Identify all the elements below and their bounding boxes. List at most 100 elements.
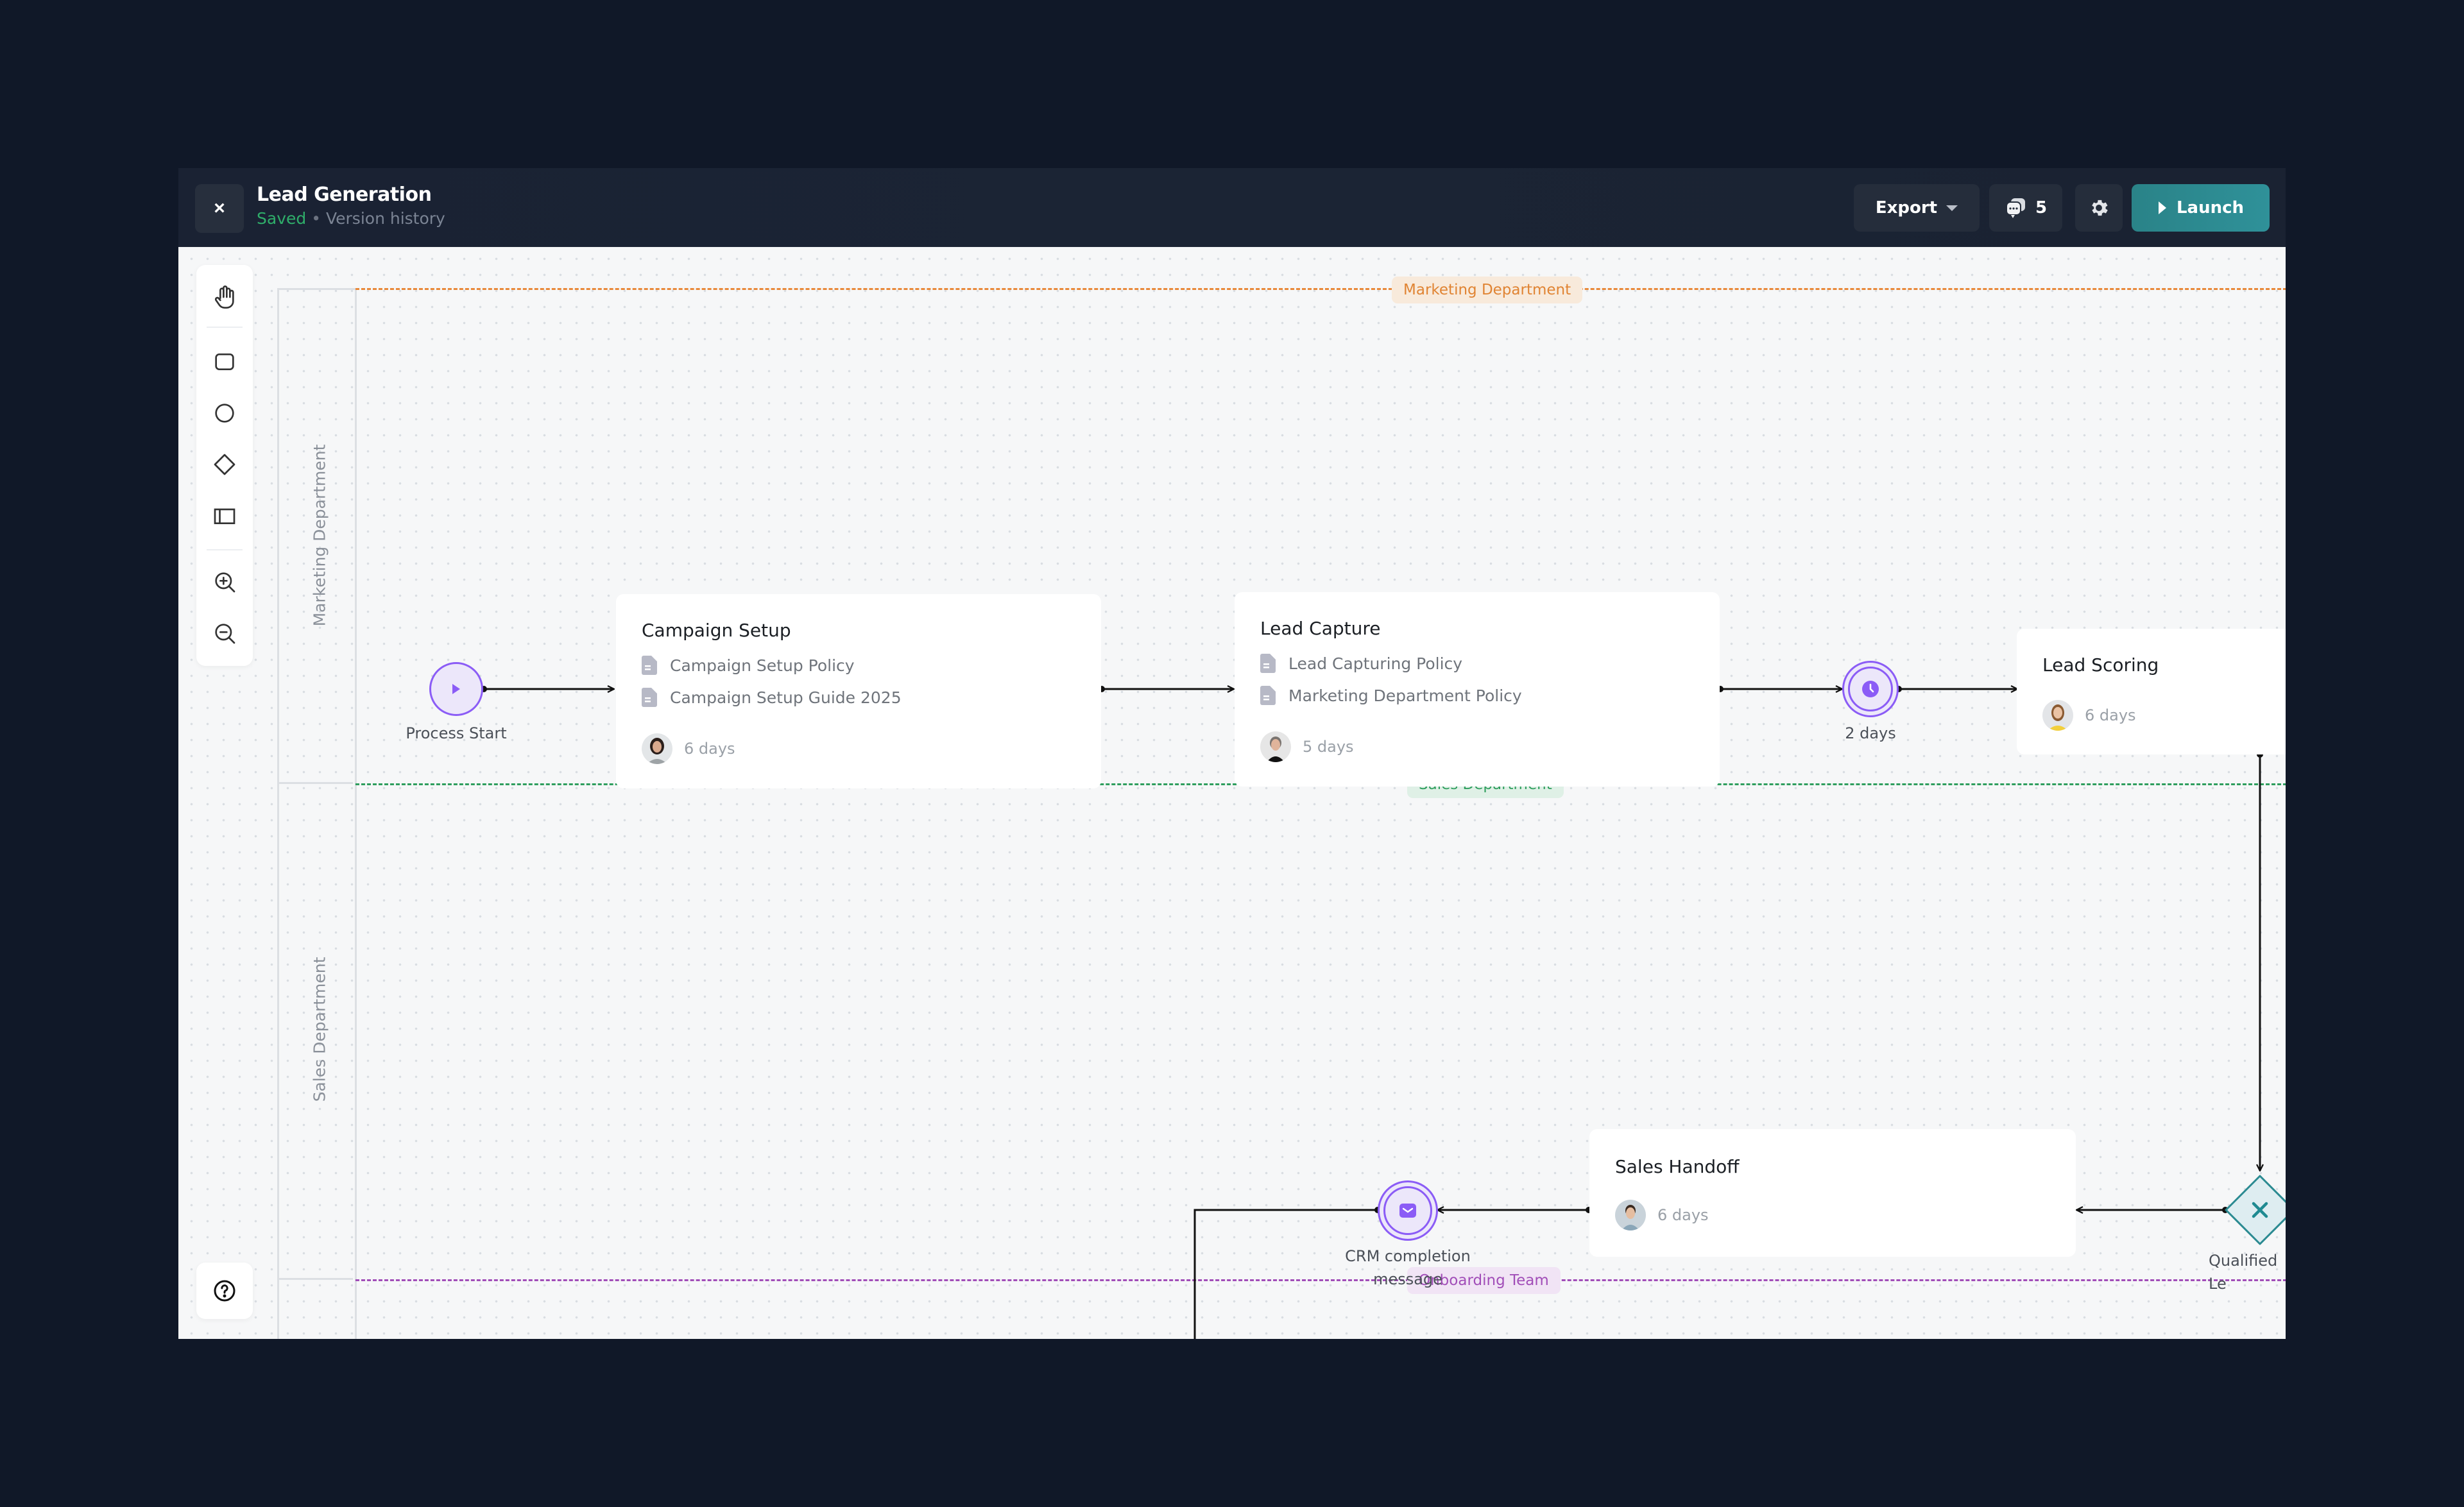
task-title: Campaign Setup [642, 620, 791, 641]
task-card-sales-handoff[interactable]: Sales Handoff 6 days [1589, 1129, 2076, 1257]
hand-tool-button[interactable] [207, 279, 243, 315]
edge-timer-to-scoring[interactable] [1895, 686, 2017, 692]
zoom-out-icon [215, 624, 235, 644]
duration: 6 days [1657, 1206, 1709, 1224]
rectangle-tool-button[interactable] [207, 344, 243, 380]
assignee: 6 days [642, 733, 735, 764]
avatar[interactable] [1615, 1200, 1646, 1230]
edge-handoff-to-crm[interactable] [1437, 1207, 1592, 1213]
task-card-campaign-setup[interactable]: Campaign Setup Campaign Setup Policy Cam… [616, 594, 1101, 788]
lane-tool-button[interactable] [207, 498, 243, 534]
avatar[interactable] [1260, 731, 1291, 762]
document-link[interactable]: Campaign Setup Guide 2025 [642, 688, 902, 707]
document-link[interactable]: Lead Capturing Policy [1260, 654, 1462, 673]
status-separator: • [311, 209, 321, 228]
avatar[interactable] [2042, 700, 2073, 731]
duration: 6 days [684, 740, 735, 758]
circle-icon [215, 404, 234, 423]
timer-event[interactable] [1842, 661, 1899, 717]
document-name: Marketing Department Policy [1288, 686, 1522, 705]
help-icon [214, 1280, 235, 1302]
lane-separator [277, 782, 353, 784]
play-icon [2158, 201, 2166, 214]
lane-tag-marketing[interactable]: Marketing Department [1392, 277, 1583, 303]
help-button[interactable] [196, 1263, 253, 1319]
document-name: Campaign Setup Guide 2025 [670, 688, 902, 707]
process-start-label: Process Start [406, 724, 507, 742]
play-icon [452, 684, 460, 694]
qualified-lead-label: Qualified Le [2209, 1252, 2278, 1293]
document-link[interactable]: Marketing Department Policy [1260, 686, 1522, 705]
export-label: Export [1875, 198, 1938, 217]
clock-icon [1862, 681, 1879, 697]
document-link[interactable]: Campaign Setup Policy [642, 656, 855, 675]
close-icon: × [214, 198, 225, 219]
tool-palette [196, 265, 253, 666]
caret-down-icon [1946, 205, 1958, 211]
edge-capture-to-timer[interactable] [1717, 686, 1842, 692]
task-title: Lead Capture [1260, 618, 1381, 639]
export-button[interactable]: Export [1854, 184, 1980, 232]
swimlane-icon [214, 508, 235, 524]
exclusive-gateway-x-icon [2252, 1202, 2268, 1218]
edge-scoring-to-qualified[interactable] [2257, 751, 2263, 1171]
envelope-icon [1399, 1204, 1416, 1218]
task-card-lead-capture[interactable]: Lead Capture Lead Capturing Policy Marke… [1235, 592, 1720, 787]
crm-message-event[interactable] [1378, 1180, 1438, 1241]
qualified-lead-gateway[interactable] [2225, 1175, 2286, 1245]
version-history-link[interactable]: Version history [326, 209, 445, 228]
circle-tool-button[interactable] [207, 395, 243, 431]
lane-title-marketing[interactable]: Marketing Department [311, 420, 329, 651]
zoom-in-button[interactable] [207, 564, 243, 600]
save-status: Saved • Version history [257, 209, 445, 228]
comments-count: 5 [2035, 198, 2048, 217]
rectangle-icon [215, 353, 234, 370]
task-title: Sales Handoff [1615, 1156, 1740, 1177]
edge-campaign-to-capture[interactable] [1099, 686, 1234, 692]
hand-icon [214, 285, 234, 309]
toolbar-divider [207, 327, 243, 328]
timer-label: 2 days [1845, 724, 1896, 742]
document-icon [1260, 654, 1276, 673]
lane-separator [277, 1278, 353, 1280]
edge-start-to-campaign[interactable] [481, 686, 614, 692]
document-name: Lead Capturing Policy [1288, 654, 1463, 673]
task-title: Lead Scoring [2042, 654, 2159, 676]
lane-boundary-onboarding [355, 1279, 2286, 1281]
document-icon [1260, 686, 1276, 705]
task-card-lead-scoring[interactable]: Lead Scoring 6 days [2017, 629, 2286, 754]
duration: 5 days [1303, 738, 1354, 756]
close-button[interactable]: × [195, 184, 244, 233]
zoom-out-button[interactable] [207, 615, 243, 651]
toolbar-divider [207, 549, 243, 550]
assignee: 6 days [2042, 700, 2136, 731]
process-title: Lead Generation [257, 183, 432, 206]
edge-qualified-to-handoff[interactable] [2076, 1207, 2229, 1213]
comments-icon [2005, 198, 2025, 218]
document-name: Campaign Setup Policy [670, 656, 855, 675]
header-bar: × Lead Generation Saved • Version history … [178, 168, 2286, 247]
crm-label-line1: CRM completion [1345, 1247, 1471, 1265]
diamond-icon [214, 454, 235, 475]
document-icon [642, 656, 657, 675]
diamond-tool-button[interactable] [207, 447, 243, 482]
diagram-canvas[interactable]: Marketing Department Sales Department Ma… [178, 247, 2286, 1339]
assignee: 6 days [1615, 1200, 1709, 1230]
editor-window: × Lead Generation Saved • Version history … [178, 168, 2286, 1339]
saved-status: Saved [257, 209, 307, 228]
avatar[interactable] [642, 733, 672, 764]
crm-message-label: CRM completion message [1331, 1245, 1485, 1291]
lane-title-sales[interactable]: Sales Department [311, 914, 329, 1145]
process-start-event[interactable] [429, 662, 483, 716]
duration: 6 days [2085, 706, 2136, 724]
comments-button[interactable]: 5 [1989, 184, 2062, 232]
gear-icon [2092, 200, 2108, 216]
lane-boundary-marketing [355, 288, 2286, 290]
assignee: 5 days [1260, 731, 1354, 762]
document-icon [642, 688, 657, 707]
launch-button[interactable]: Launch [2132, 184, 2270, 232]
crm-label-line2: message [1373, 1270, 1442, 1288]
launch-label: Launch [2176, 198, 2245, 217]
zoom-in-icon [215, 572, 235, 593]
settings-button[interactable] [2075, 184, 2123, 232]
